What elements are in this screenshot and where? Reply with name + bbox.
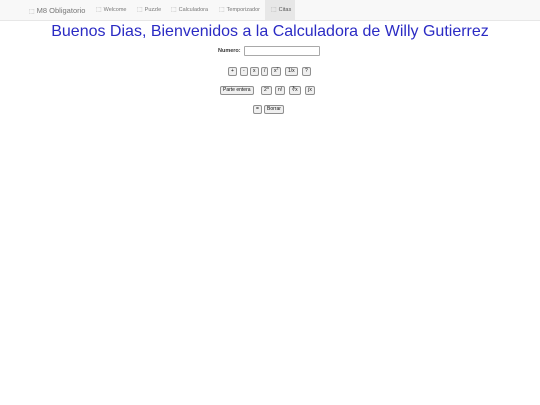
puzzle-icon: ⬚ bbox=[137, 7, 143, 13]
brand-icon: ⬚ bbox=[29, 9, 35, 15]
page-title: Buenos Dias, Bienvenidos a la Calculador… bbox=[51, 23, 489, 40]
nav-item-citas[interactable]: ⬚ Citas bbox=[265, 0, 295, 21]
nav-item-label: Temporizador bbox=[226, 7, 260, 13]
cube-root-button[interactable]: ∛x bbox=[289, 86, 301, 95]
quotes-icon: ⬚ bbox=[271, 7, 277, 13]
number-input[interactable] bbox=[244, 46, 320, 56]
nav-item-welcome[interactable]: ⬚ Welcome bbox=[96, 0, 127, 21]
divide-button[interactable]: / bbox=[261, 67, 269, 76]
number-label: Numero: bbox=[218, 48, 241, 54]
multiply-button[interactable]: x bbox=[250, 67, 259, 76]
reciprocal-button[interactable]: 1/x bbox=[285, 67, 298, 76]
brand-label: M8 Obligatorio bbox=[36, 6, 86, 15]
power-of-two-button[interactable]: 2^ bbox=[261, 86, 273, 95]
square-exponent: 2 bbox=[276, 66, 279, 71]
nav-item-calculadora[interactable]: ⬚ Calculadora bbox=[171, 0, 208, 21]
equals-button[interactable]: = bbox=[253, 105, 262, 114]
calculator-icon: ⬚ bbox=[171, 7, 177, 13]
clear-button[interactable]: Borrar bbox=[264, 105, 284, 114]
welcome-icon: ⬚ bbox=[96, 7, 102, 13]
nav-item-label: Calculadora bbox=[178, 7, 209, 13]
nav-item-temporizador[interactable]: ⬚ Temporizador bbox=[219, 0, 260, 21]
integer-part-button[interactable]: Parte entera bbox=[220, 86, 254, 95]
brand-link[interactable]: ⬚ M8 Obligatorio bbox=[29, 0, 85, 21]
navbar: ⬚ M8 Obligatorio ⬚ Welcome ⬚ Puzzle ⬚ Calcul… bbox=[0, 0, 540, 21]
square-button[interactable]: x2 bbox=[271, 66, 282, 76]
nav-item-label: Citas bbox=[278, 7, 292, 13]
help-button[interactable]: ? bbox=[302, 67, 311, 76]
timer-icon: ⬚ bbox=[219, 7, 225, 13]
factorial-button[interactable]: n! bbox=[275, 86, 286, 95]
subtract-button[interactable]: - bbox=[240, 67, 248, 76]
nav-item-label: Welcome bbox=[103, 7, 127, 13]
nav-item-puzzle[interactable]: ⬚ Puzzle bbox=[137, 0, 161, 21]
nav-item-label: Puzzle bbox=[144, 7, 162, 13]
add-button[interactable]: + bbox=[228, 67, 237, 76]
integral-button[interactable]: ∫x bbox=[305, 86, 315, 95]
